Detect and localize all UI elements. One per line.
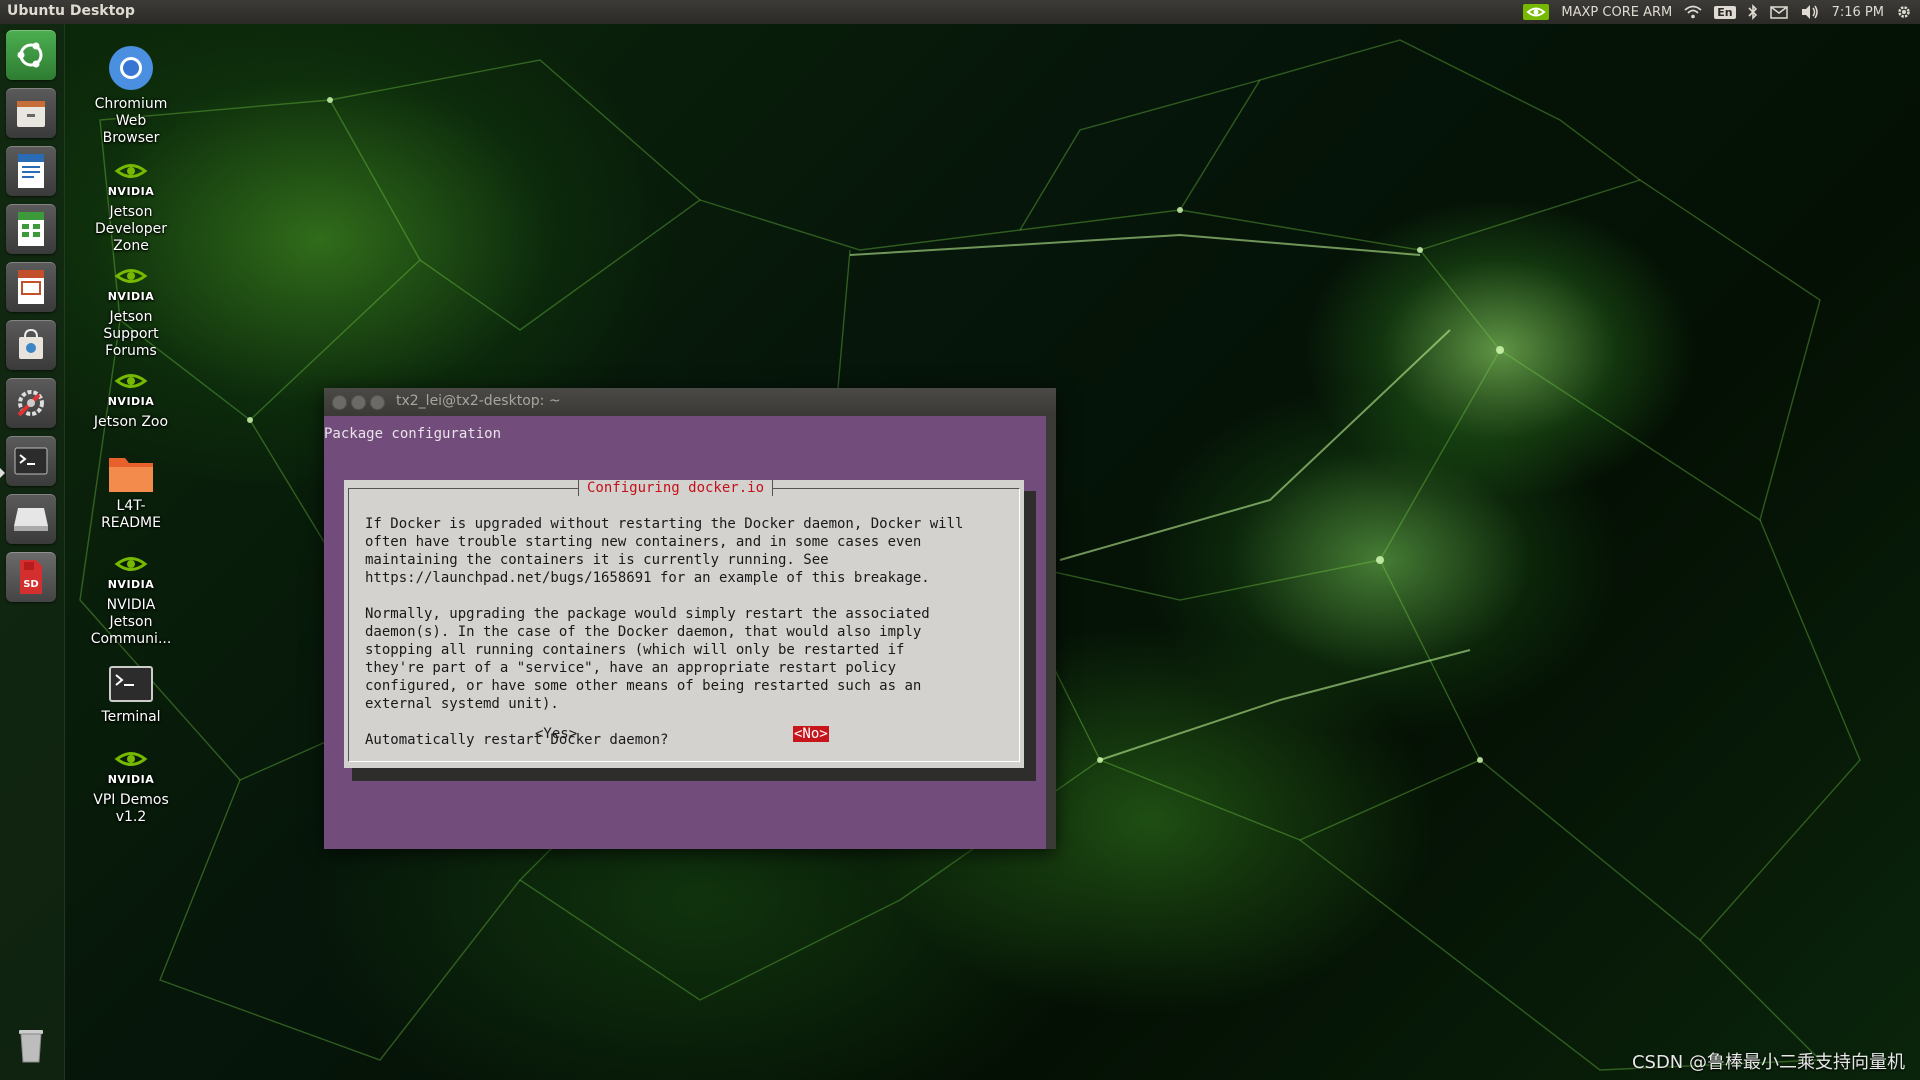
- desktop-icon-label: Jetson Developer Zone: [94, 204, 167, 254]
- nvidia-logo-icon: [114, 269, 148, 283]
- chromium-icon: [109, 46, 153, 90]
- nvidia-power-icon[interactable]: [1523, 4, 1550, 20]
- shopping-bag-icon: [19, 328, 43, 359]
- nvidia-logo-icon: [114, 557, 148, 571]
- package-configuration-header: Package configuration: [324, 426, 502, 442]
- close-button[interactable]: [332, 395, 347, 410]
- terminal-content[interactable]: Package configuration Configuring docker…: [324, 416, 1046, 849]
- desktop-icon-label: L4T- README: [101, 498, 161, 531]
- nvidia-wordmark: NVIDIA: [107, 290, 155, 303]
- desktop-icon-terminal[interactable]: Terminal: [81, 665, 181, 726]
- terminal-icon: [109, 666, 153, 702]
- power-mode-label[interactable]: MAXP CORE ARM: [1561, 5, 1672, 20]
- file-cabinet-icon: [17, 101, 45, 127]
- yes-button[interactable]: <Yes>: [535, 726, 577, 742]
- desktop-icon-chromium[interactable]: Chromium Web Browser: [81, 44, 181, 147]
- nvidia-wordmark: NVIDIA: [107, 395, 155, 408]
- desktop-icon-l4t-readme[interactable]: L4T- README: [81, 452, 181, 532]
- dialog-frame: Configuring docker.io If Docker is upgra…: [348, 480, 1020, 762]
- launcher-trash-button[interactable]: [6, 1019, 56, 1069]
- sd-card-label: SD: [23, 579, 39, 590]
- terminal-titlebar[interactable]: tx2_lei@tx2-desktop: ~: [324, 388, 1056, 416]
- nvidia-wordmark: NVIDIA: [107, 773, 155, 786]
- desktop-icon-nvidia-jetson-community[interactable]: NVIDIA NVIDIA Jetson Communi...: [81, 553, 181, 648]
- debconf-dialog: Configuring docker.io If Docker is upgra…: [344, 480, 1024, 768]
- mail-icon[interactable]: [1769, 5, 1788, 19]
- nvidia-wordmark: NVIDIA: [107, 185, 155, 198]
- terminal-window: tx2_lei@tx2-desktop: ~ Package configura…: [324, 388, 1056, 849]
- desktop-icon-label: Chromium Web Browser: [94, 96, 168, 146]
- disk-drive-icon: [14, 508, 48, 531]
- clock[interactable]: 7:16 PM: [1832, 5, 1884, 20]
- nvidia-logo-icon: [114, 374, 148, 388]
- desktop-icon-jetson-support-forums[interactable]: NVIDIA Jetson Support Forums: [81, 265, 181, 360]
- trash-icon: [19, 1030, 43, 1063]
- system-tray: MAXP CORE ARM En 7:16 PM: [1523, 0, 1912, 24]
- presentation-icon: [18, 270, 44, 304]
- desktop-icon-label: VPI Demos v1.2: [93, 792, 169, 825]
- desktop-icon-vpi-demos[interactable]: NVIDIA VPI Demos v1.2: [81, 748, 181, 826]
- launcher: SD: [0, 24, 65, 1080]
- desktop-icon-label: Terminal: [101, 709, 161, 725]
- dialog-message: If Docker is upgraded without restarting…: [365, 516, 964, 748]
- spreadsheet-icon: [18, 212, 44, 246]
- terminal-icon: [14, 447, 48, 475]
- nvidia-logo-icon: [114, 752, 148, 766]
- bluetooth-icon[interactable]: [1748, 4, 1758, 20]
- terminal-scrollbar[interactable]: [1046, 416, 1056, 849]
- launcher-writer-button[interactable]: [6, 146, 56, 196]
- maximize-button[interactable]: [370, 395, 385, 410]
- watermark: CSDN @鲁棒最小二乘支持向量机: [1631, 1052, 1905, 1073]
- running-indicator: [0, 468, 5, 478]
- sd-card-icon: SD: [20, 560, 42, 594]
- launcher-sd-card-button[interactable]: SD: [6, 552, 56, 602]
- desktop-icon-label: NVIDIA Jetson Communi...: [90, 597, 172, 647]
- wifi-icon[interactable]: [1684, 5, 1702, 19]
- writer-document-icon: [18, 154, 44, 188]
- launcher-files-button[interactable]: [6, 88, 56, 138]
- desktop-icon-label: Jetson Support Forums: [103, 309, 159, 359]
- nvidia-logo-icon: [114, 164, 148, 178]
- minimize-button[interactable]: [351, 395, 366, 410]
- desktop-icon-jetson-zoo[interactable]: NVIDIA Jetson Zoo: [81, 370, 181, 431]
- window-title: Ubuntu Desktop: [7, 3, 135, 19]
- desktop-icon-label: Jetson Zoo: [93, 414, 169, 430]
- launcher-terminal-button[interactable]: [6, 436, 56, 486]
- launcher-impress-button[interactable]: [6, 262, 56, 312]
- folder-icon: [109, 458, 153, 492]
- gear-icon[interactable]: [1896, 4, 1912, 20]
- ubuntu-logo-icon: [17, 42, 43, 68]
- no-button[interactable]: <No>: [793, 726, 829, 742]
- volume-icon[interactable]: [1800, 4, 1820, 20]
- launcher-dash-button[interactable]: [6, 30, 56, 80]
- dialog-title: Configuring docker.io: [578, 480, 774, 496]
- launcher-settings-button[interactable]: [6, 378, 56, 428]
- desktop-icon-jetson-developer-zone[interactable]: NVIDIA Jetson Developer Zone: [81, 160, 181, 255]
- terminal-title: tx2_lei@tx2-desktop: ~: [396, 393, 561, 409]
- launcher-calc-button[interactable]: [6, 204, 56, 254]
- top-panel: Ubuntu Desktop MAXP CORE ARM En 7:16 PM: [0, 0, 1920, 24]
- nvidia-wordmark: NVIDIA: [107, 578, 155, 591]
- wrench-screwdriver-icon: [17, 390, 44, 417]
- keyboard-layout-indicator[interactable]: En: [1714, 5, 1736, 19]
- launcher-software-button[interactable]: [6, 320, 56, 370]
- launcher-drive-button[interactable]: [6, 494, 56, 544]
